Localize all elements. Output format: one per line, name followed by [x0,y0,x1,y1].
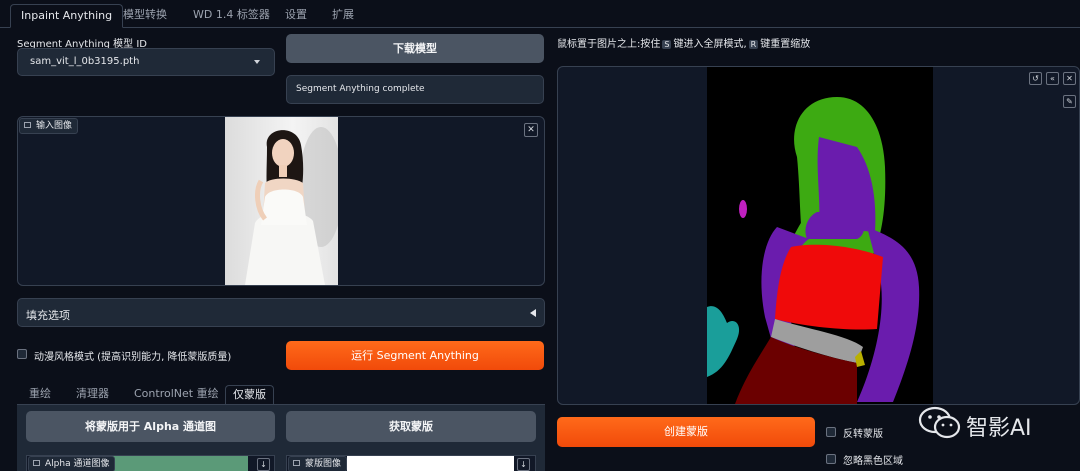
chevron-down-icon [254,60,260,64]
main-tabs: Inpaint Anything 模型转换 WD 1.4 标签器 设置 扩展 [0,0,1080,28]
invert-mask-checkbox[interactable] [826,427,836,437]
tab-model-convert[interactable]: 模型转换 [113,4,177,28]
reset-icon: ↺ [1032,74,1039,83]
undo-icon: « [1050,74,1055,83]
mask-image [347,456,514,471]
subtab-controlnet-inpaint[interactable]: ControlNet 重绘 [127,385,226,405]
model-id-value: sam_vit_l_0b3195.pth [30,56,140,67]
segmentation-image [707,67,933,404]
subtab-cleaner[interactable]: 清理器 [69,385,116,405]
status-text: Segment Anything complete [296,84,425,94]
key-s: S [662,40,672,49]
mask-image-label: 蒙版图像 [288,456,348,471]
tab-inpaint-anything[interactable]: Inpaint Anything [10,4,124,28]
subtab-inpaint[interactable]: 重绘 [22,385,58,405]
tab-settings[interactable]: 设置 [275,4,317,28]
mask-download-button[interactable]: ↓ [517,458,530,471]
watermark: 智影AI [916,404,1056,442]
undo-button[interactable]: « [1046,72,1059,85]
status-textbox: Segment Anything complete [286,75,544,104]
brush-icon: ✎ [1066,97,1073,106]
get-mask-button[interactable]: 获取蒙版 [286,411,536,442]
collapse-arrow-icon [530,309,536,317]
input-image-close-button[interactable]: ✕ [524,123,538,137]
close-icon: ✕ [1066,74,1073,83]
tab-wd14-tagger[interactable]: WD 1.4 标签器 [183,4,280,28]
run-segment-anything-button[interactable]: 运行 Segment Anything [286,341,544,370]
watermark-text: 智影AI [966,416,1032,441]
alpha-image-label: Alpha 通道图像 [28,456,116,471]
alpha-image [108,456,248,471]
reset-zoom-button[interactable]: ↺ [1029,72,1042,85]
anime-style-checkbox[interactable] [17,349,27,359]
alpha-download-button[interactable]: ↓ [257,458,270,471]
key-r: R [748,40,759,49]
fullscreen-hint: 鼠标置于图片之上:按住 S 键进入全屏模式, R 键重置缩放 [557,39,811,50]
image-icon [33,460,40,466]
close-icon: ✕ [527,125,535,135]
fill-options-accordion[interactable]: 填充选项 [17,298,545,327]
fill-options-label: 填充选项 [26,309,70,322]
anime-style-label: 动漫风格模式 (提高识别能力, 降低蒙版质量) [34,352,232,363]
ignore-black-label: 忽略黑色区域 [843,456,903,467]
input-image [225,117,338,285]
create-mask-button[interactable]: 创建蒙版 [557,417,815,447]
segmentation-map-icon [707,97,920,404]
ignore-black-checkbox[interactable] [826,454,836,464]
clear-canvas-button[interactable]: ✕ [1063,72,1076,85]
invert-mask-label: 反转蒙版 [843,429,883,440]
model-id-dropdown[interactable]: sam_vit_l_0b3195.pth [17,48,275,76]
brush-tool-button[interactable]: ✎ [1063,95,1076,108]
download-icon: ↓ [520,460,527,469]
tab-extensions[interactable]: 扩展 [322,4,364,28]
input-image-label: 输入图像 [19,118,79,134]
download-model-button[interactable]: 下载模型 [286,34,544,63]
download-icon: ↓ [260,460,267,469]
image-icon [24,122,31,128]
subtab-mask-only[interactable]: 仅蒙版 [225,385,274,405]
wechat-icon [918,406,961,439]
portrait-photo-icon [245,127,338,285]
image-icon [293,460,300,466]
mask-to-alpha-button[interactable]: 将蒙版用于 Alpha 通道图 [26,411,275,442]
